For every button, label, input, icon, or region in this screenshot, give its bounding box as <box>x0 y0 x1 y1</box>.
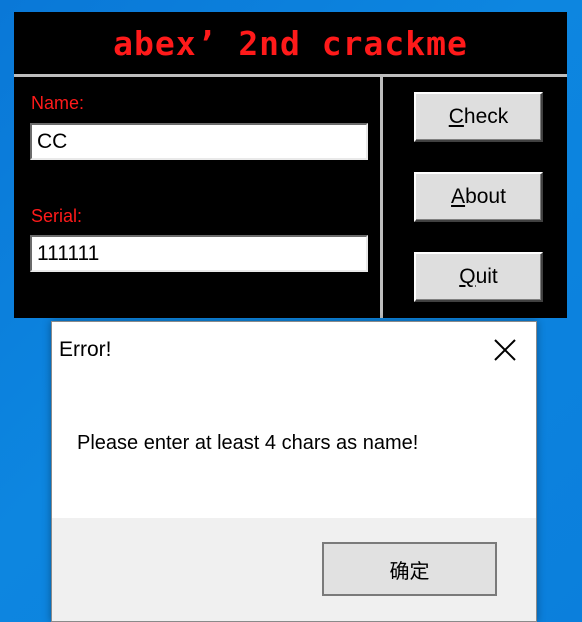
about-button-label: bout <box>465 185 506 208</box>
check-button-label: heck <box>463 105 509 128</box>
close-button[interactable] <box>486 332 524 368</box>
error-dialog: Error! Please enter at least 4 chars as … <box>51 321 537 622</box>
dialog-title: Error! <box>59 338 112 361</box>
check-button[interactable]: Check <box>414 92 543 142</box>
quit-button[interactable]: Quit <box>414 252 543 302</box>
app-title: abex’ 2nd crackme <box>113 23 468 63</box>
quit-button-mnemonic: Q <box>459 265 476 288</box>
ok-button[interactable]: 确定 <box>322 542 497 596</box>
error-message: Please enter at least 4 chars as name! <box>77 432 419 454</box>
horizontal-divider <box>14 74 567 77</box>
quit-button-label: uit <box>475 265 498 288</box>
serial-input[interactable] <box>32 237 366 270</box>
about-button-mnemonic: A <box>451 185 466 208</box>
close-icon <box>494 339 516 361</box>
name-field-box <box>30 123 368 160</box>
serial-label: Serial: <box>31 206 83 226</box>
dialog-footer: 确定 <box>52 518 536 621</box>
crackme-window: abex’ 2nd crackme Name: Serial: Check Ab… <box>14 12 567 318</box>
check-button-mnemonic: C <box>448 105 464 128</box>
serial-field-box <box>30 235 368 272</box>
name-label: Name: <box>31 93 85 113</box>
about-button[interactable]: About <box>414 172 543 222</box>
name-input[interactable] <box>32 125 366 158</box>
vertical-divider <box>380 77 383 318</box>
